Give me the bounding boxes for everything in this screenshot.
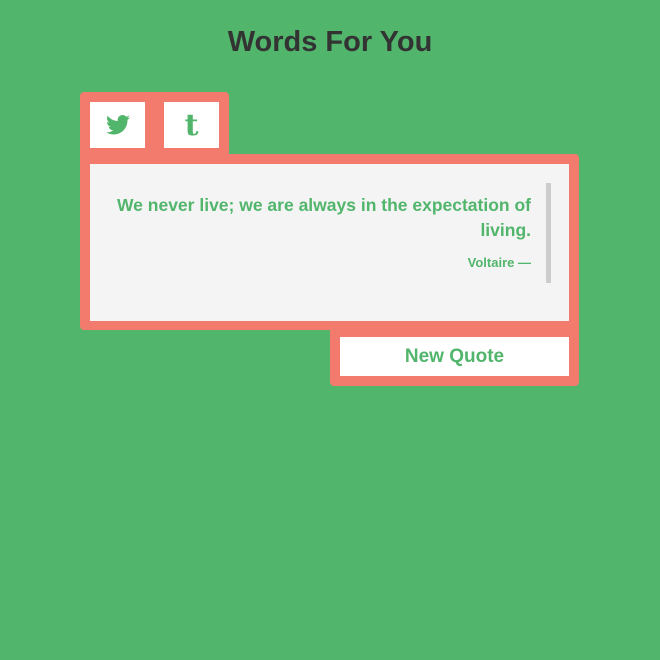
tumblr-button[interactable]: t bbox=[164, 102, 219, 148]
quote-author: Voltaire — bbox=[467, 255, 531, 270]
quote-text: We never live; we are always in the expe… bbox=[116, 195, 531, 240]
page-title: Words For You bbox=[227, 26, 433, 58]
new-quote-button[interactable]: New Quote bbox=[340, 337, 569, 376]
twitter-icon bbox=[105, 115, 130, 135]
tweet-button[interactable] bbox=[90, 102, 145, 148]
quote-panel: We never live; we are always in the expe… bbox=[90, 164, 569, 321]
quote-border bbox=[546, 183, 551, 283]
tumblr-icon: t bbox=[184, 107, 199, 143]
